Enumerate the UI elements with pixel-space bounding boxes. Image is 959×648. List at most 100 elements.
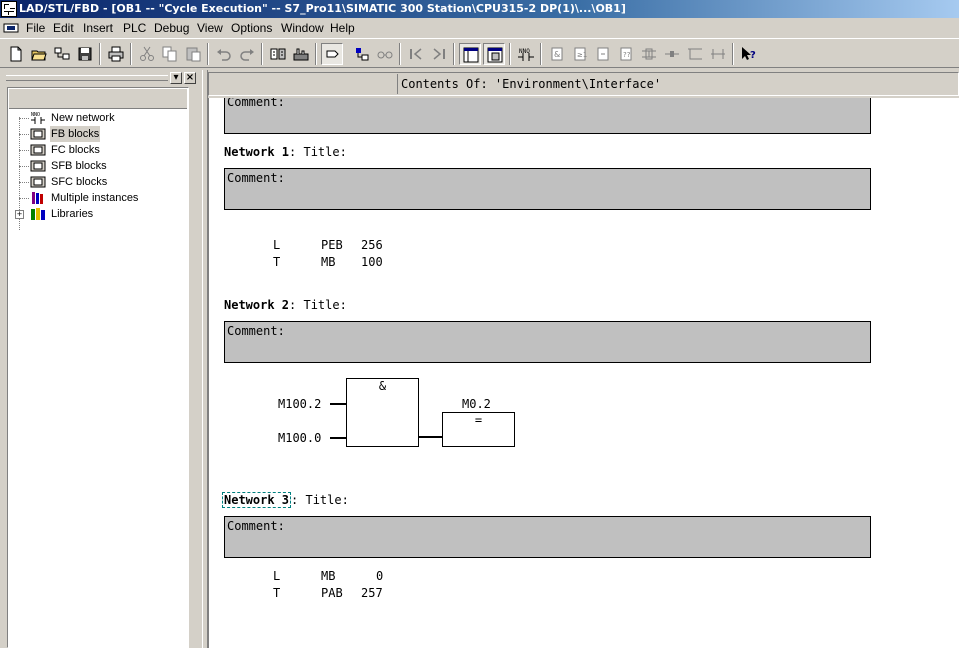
context-help-button[interactable]: ? (738, 43, 760, 65)
network-nodes-icon (54, 47, 70, 60)
open-branch-button[interactable] (684, 43, 706, 65)
code-editor[interactable]: Comment: Network 1: Title: Comment: L PE… (208, 98, 959, 648)
connector-icon (665, 51, 679, 57)
previous-icon (410, 48, 422, 60)
panel-close-button[interactable]: × (184, 72, 196, 84)
panel-pin-button[interactable]: ▾ (170, 72, 182, 84)
open-folder-icon (31, 50, 47, 61)
menu-debug[interactable]: Debug (154, 18, 189, 38)
monitor-icon (293, 48, 309, 61)
panel-grip[interactable] (6, 75, 168, 81)
tree-item-fc-blocks[interactable]: FC blocks (8, 142, 186, 158)
and-box-button[interactable]: & (546, 43, 568, 65)
connector-button[interactable] (661, 43, 683, 65)
contact-icon: NNO (518, 48, 534, 61)
branch-button[interactable] (638, 43, 660, 65)
details-icon (487, 47, 503, 63)
help-cursor-icon: ? (742, 47, 756, 61)
output-label[interactable]: M0.2 (462, 397, 491, 411)
contents-of-label: Contents Of: 'Environment\Interface' (397, 74, 959, 94)
menu-options[interactable]: Options (231, 18, 272, 38)
tree-header (9, 89, 187, 109)
and-box-icon: & (551, 47, 563, 61)
libraries-icon (31, 208, 45, 220)
menu-file[interactable]: File (26, 18, 45, 38)
print-icon (108, 46, 124, 62)
menu-window[interactable]: Window (281, 18, 324, 38)
block-comment-box[interactable]: Comment: (224, 98, 871, 134)
stl-op: T (273, 255, 281, 269)
overview-icon (326, 50, 339, 58)
comment-label: Comment: (227, 98, 285, 109)
or-box-button[interactable]: ≥1 (569, 43, 591, 65)
open-button[interactable] (28, 43, 50, 65)
overview-toggle-button[interactable] (321, 43, 343, 65)
input-2-label[interactable]: M100.0 (278, 431, 321, 445)
fc-blocks-icon (30, 144, 46, 156)
network-label: Network 2 (224, 298, 290, 312)
input-1-wire (330, 403, 346, 405)
menu-insert[interactable]: Insert (83, 18, 113, 38)
multiple-instances-icon (32, 192, 43, 204)
contact-nc-button[interactable]: NNO (515, 43, 537, 65)
menu-edit[interactable]: Edit (53, 18, 74, 38)
app-icon (1, 1, 17, 17)
empty-box-button[interactable]: ?? (615, 43, 637, 65)
document-icon[interactable] (3, 21, 19, 35)
assign-box[interactable]: = (442, 412, 515, 447)
redo-button[interactable] (236, 43, 258, 65)
tree-item-label: SFB blocks (51, 160, 107, 172)
previous-button[interactable] (405, 43, 427, 65)
menu-help[interactable]: Help (330, 18, 355, 38)
monitor-button[interactable] (290, 43, 312, 65)
details-view-button[interactable] (483, 43, 505, 65)
paste-button[interactable] (182, 43, 204, 65)
glasses-button[interactable] (374, 43, 396, 65)
close-branch-icon (711, 49, 725, 59)
undo-button[interactable] (213, 43, 235, 65)
next-button[interactable] (428, 43, 450, 65)
stl-operand: MB (321, 255, 336, 269)
cut-button[interactable] (136, 43, 158, 65)
and-box[interactable]: & (346, 378, 419, 447)
next-icon (433, 48, 445, 60)
program-elements-button[interactable] (459, 43, 481, 65)
print-button[interactable] (105, 43, 127, 65)
new-button[interactable] (5, 43, 27, 65)
copy-icon (162, 46, 177, 62)
copy-button[interactable] (159, 43, 181, 65)
close-branch-button[interactable] (707, 43, 729, 65)
interface-bar: Contents Of: 'Environment\Interface' (208, 72, 959, 96)
comment-label: Comment: (227, 324, 285, 338)
download-button[interactable] (267, 43, 289, 65)
tree-item-new-network[interactable]: NNO New network (8, 110, 186, 126)
save-button[interactable] (74, 43, 96, 65)
menu-view[interactable]: View (197, 18, 223, 38)
tree-item-label: FC blocks (51, 144, 100, 156)
network-2-comment-box[interactable]: Comment: (224, 321, 871, 363)
menu-plc[interactable]: PLC (123, 18, 146, 38)
network-2-title[interactable]: Network 2: Title: (224, 297, 347, 313)
elements-tree: NNO New network FB blocks FC blocks SFB … (7, 87, 189, 648)
network-1-title[interactable]: Network 1: Title: (224, 144, 347, 160)
expand-icon[interactable]: + (15, 210, 24, 219)
accessible-nodes-button[interactable] (51, 43, 73, 65)
network-1-comment-box[interactable]: Comment: (224, 168, 871, 210)
xor-box-button[interactable] (592, 43, 614, 65)
tree-item-fb-blocks[interactable]: FB blocks (8, 126, 186, 142)
redo-icon (240, 49, 254, 61)
glasses-icon (377, 51, 393, 59)
fb-blocks-icon (30, 128, 46, 140)
stl-operand: MB (321, 569, 336, 583)
network-3-comment-box[interactable]: Comment: (224, 516, 871, 558)
input-1-label[interactable]: M100.2 (278, 397, 321, 411)
svg-text:&: & (554, 50, 560, 59)
network-title-suffix: : Title: (289, 298, 347, 312)
network-3-title[interactable]: Network 3: Title: (222, 492, 349, 508)
tree-item-sfc-blocks[interactable]: SFC blocks (8, 174, 186, 190)
network-button[interactable] (351, 43, 373, 65)
tree-item-multiple-instances[interactable]: Multiple instances (8, 190, 186, 206)
sfc-blocks-icon (30, 176, 46, 188)
tree-item-libraries[interactable]: + Libraries (8, 206, 186, 222)
tree-item-sfb-blocks[interactable]: SFB blocks (8, 158, 186, 174)
